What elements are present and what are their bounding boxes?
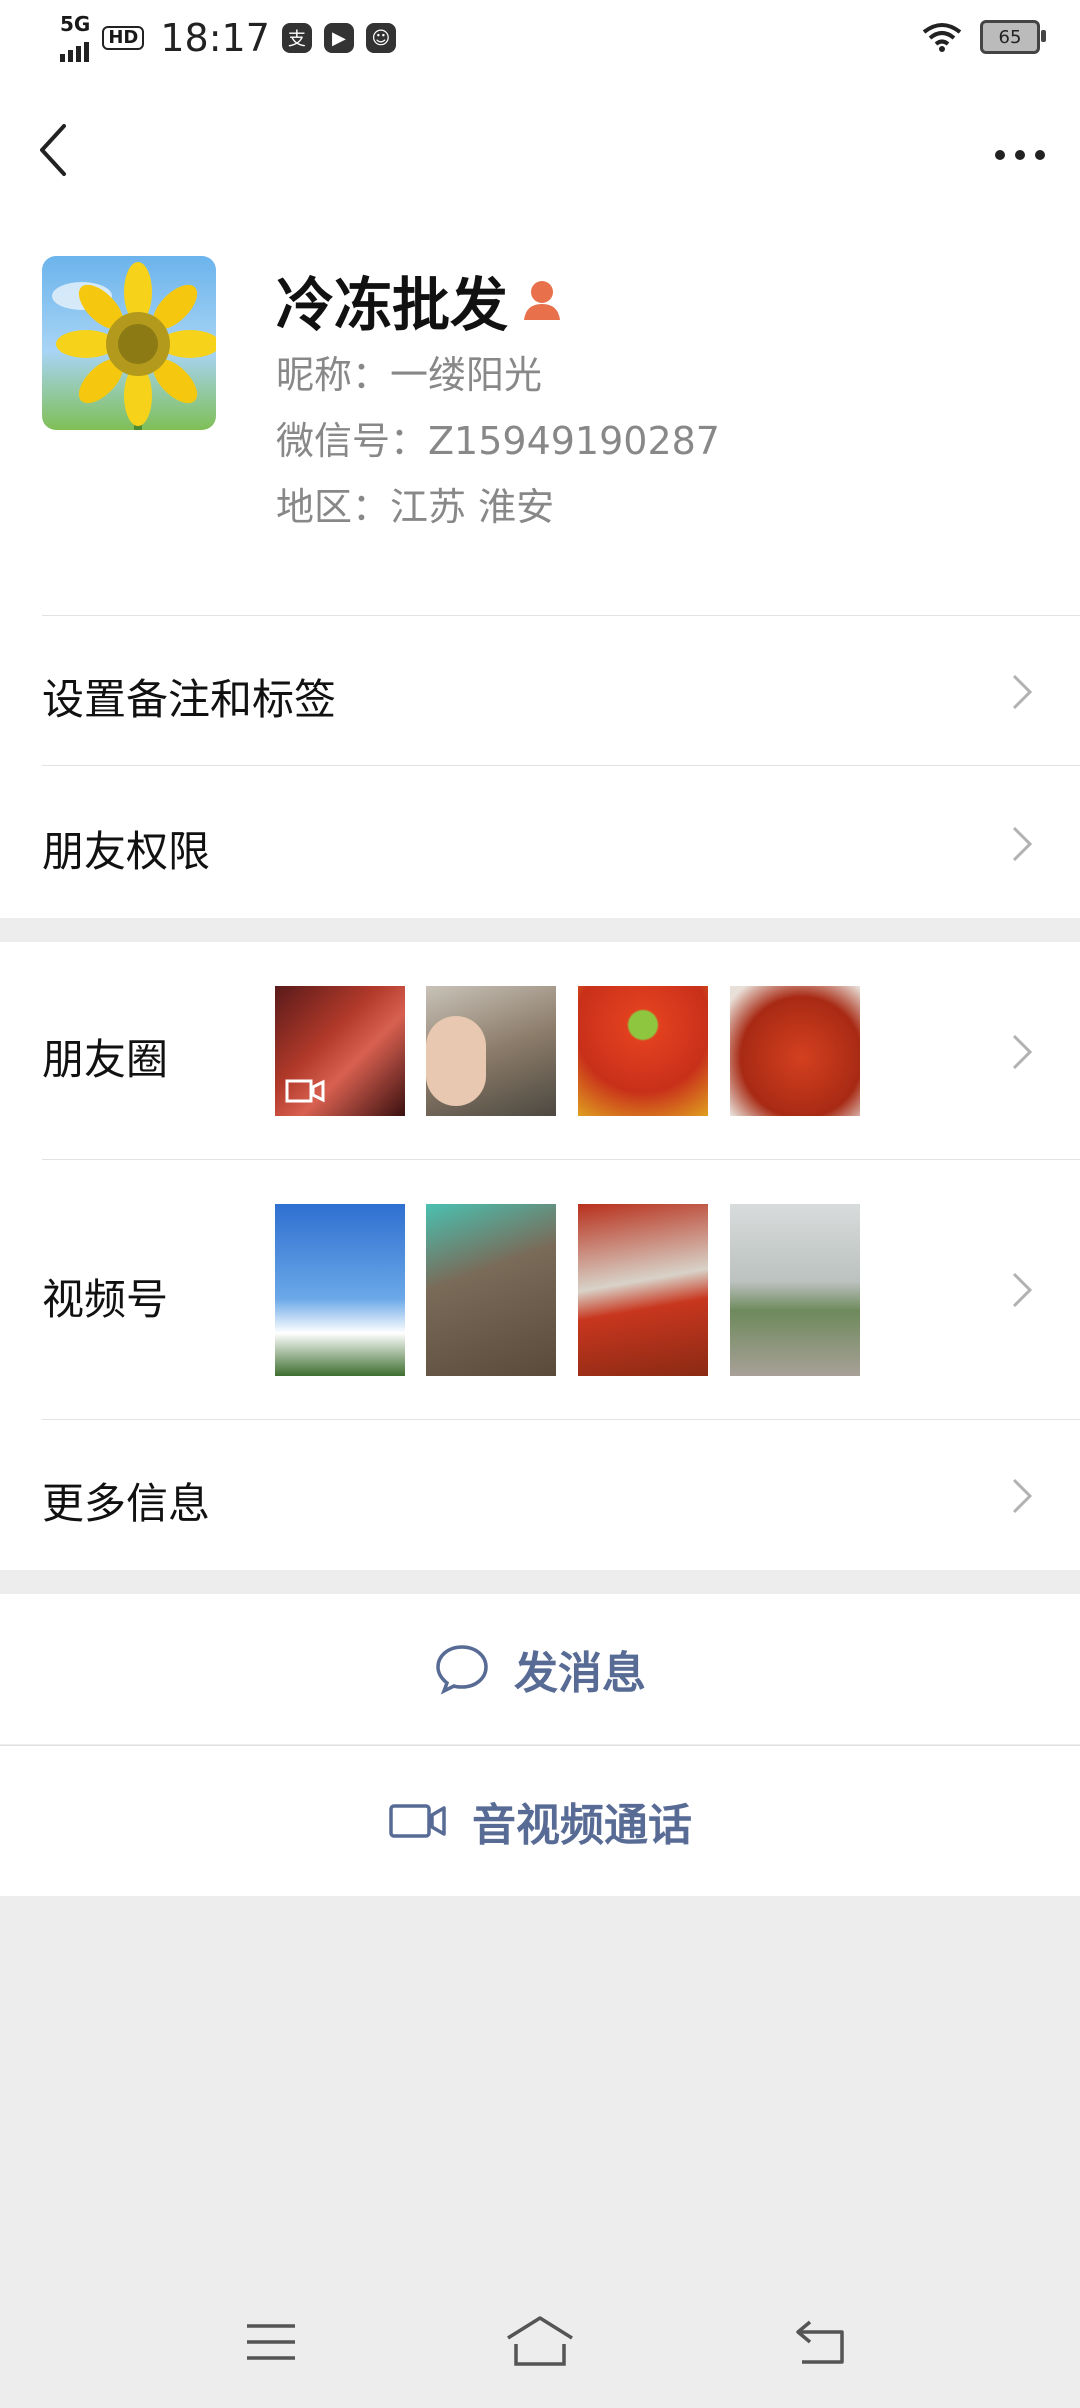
back-icon[interactable] xyxy=(34,120,74,180)
hd-badge: HD xyxy=(102,26,145,50)
video-call-label: 音视频通话 xyxy=(472,1800,692,1851)
more-info-label: 更多信息 xyxy=(42,1479,211,1528)
battery-icon: 65 xyxy=(980,20,1046,54)
profile-card: 冷冻批发 昵称：一缕阳光 微信号：Z15949190287 地区：江苏 淮安 xyxy=(0,220,1080,616)
avatar[interactable] xyxy=(42,256,216,430)
profile-title: 冷冻批发 xyxy=(276,271,509,339)
chevron-right-icon xyxy=(1012,674,1033,710)
chevron-right-icon xyxy=(1012,1478,1033,1514)
clock: 18:17 xyxy=(160,16,270,60)
person-badge-icon xyxy=(524,281,561,320)
status-right: 65 xyxy=(922,20,1046,54)
permission-row[interactable]: 朋友权限 xyxy=(0,766,1080,918)
more-icon[interactable] xyxy=(990,140,1050,170)
region: 地区：江苏 淮安 xyxy=(276,485,555,529)
wifi-icon xyxy=(922,23,962,52)
nav-bar xyxy=(0,80,1080,220)
moments-label: 朋友圈 xyxy=(42,1035,169,1084)
wechat-id: 微信号：Z15949190287 xyxy=(276,419,720,463)
battery-level: 65 xyxy=(998,26,1022,48)
home-icon[interactable] xyxy=(504,2314,576,2368)
remark-label: 设置备注和标签 xyxy=(42,675,337,724)
chat-bubble-icon xyxy=(436,1645,488,1695)
send-message-button[interactable]: 发消息 xyxy=(0,1594,1080,1744)
channels-thumb xyxy=(275,1204,405,1376)
more-info-row[interactable]: 更多信息 xyxy=(0,1420,1080,1570)
chevron-right-icon xyxy=(1012,1272,1033,1308)
system-nav-bar xyxy=(0,2290,1080,2408)
chevron-right-icon xyxy=(1012,826,1033,862)
status-bar: 5G HD 18:17 支 ▶ ☺ 65 xyxy=(0,0,1080,80)
video-call-button[interactable]: 音视频通话 xyxy=(0,1745,1080,1896)
permission-label: 朋友权限 xyxy=(42,827,211,876)
menu-icon[interactable] xyxy=(244,2320,298,2364)
channels-row[interactable]: 视频号 xyxy=(0,1160,1080,1420)
back-nav-icon[interactable] xyxy=(794,2318,850,2366)
nickname: 昵称：一缕阳光 xyxy=(276,353,543,397)
video-camera-icon xyxy=(389,1804,446,1838)
channels-thumb xyxy=(730,1204,860,1376)
face-icon: ☺ xyxy=(365,23,396,53)
status-left: 5G HD 18:17 支 ▶ ☺ xyxy=(60,14,396,62)
sunflower-icon xyxy=(52,262,216,430)
moments-thumb xyxy=(275,986,405,1116)
channels-thumb xyxy=(578,1204,708,1376)
app-icon-1: 支 xyxy=(281,23,312,53)
signal-icon xyxy=(60,34,89,62)
moments-row[interactable]: 朋友圈 xyxy=(0,942,1080,1160)
network-type: 5G xyxy=(60,12,91,36)
moments-thumb xyxy=(426,986,556,1116)
name-row: 冷冻批发 xyxy=(276,258,562,342)
remark-row[interactable]: 设置备注和标签 xyxy=(0,616,1080,766)
play-icon: ▶ xyxy=(323,23,354,53)
signal-indicator: 5G xyxy=(60,14,90,62)
moments-thumb xyxy=(730,986,860,1116)
moments-thumb xyxy=(578,986,708,1116)
send-message-label: 发消息 xyxy=(514,1648,646,1699)
chevron-right-icon xyxy=(1012,1034,1033,1070)
channels-label: 视频号 xyxy=(42,1275,169,1324)
video-icon xyxy=(285,1079,325,1103)
channels-thumb xyxy=(426,1204,556,1376)
